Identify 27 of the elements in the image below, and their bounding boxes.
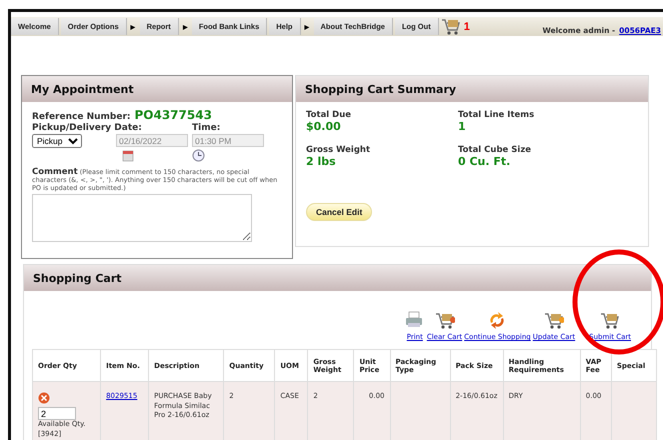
cancel-edit-button[interactable]: Cancel Edit	[306, 203, 372, 221]
cart-update-icon[interactable]	[544, 311, 564, 330]
cart-icon[interactable]	[600, 311, 620, 330]
panel-title: Shopping Cart	[33, 272, 122, 284]
stat-label: Total Cube Size	[458, 145, 532, 155]
stat-label: Total Line Items	[458, 110, 536, 120]
pickup-date-label: Pickup/Delivery Date:	[32, 123, 143, 133]
stat-value: $0.00	[306, 120, 342, 133]
stat-label: Total Due	[306, 110, 352, 120]
time-label: Time:	[192, 123, 222, 133]
reference-number: PO4377543	[134, 108, 212, 122]
pickup-select[interactable]: Pickup	[32, 134, 82, 148]
stat-value: 1	[458, 120, 467, 133]
calendar-icon[interactable]	[122, 149, 134, 162]
remove-icon[interactable]	[38, 392, 50, 404]
panel-title: Shopping Cart Summary	[305, 82, 456, 96]
stat-value: 2 lbs	[306, 155, 337, 168]
stat-value: 0 Cu. Ft.	[458, 155, 512, 168]
cart-count: 1	[464, 20, 470, 32]
cart-remove-icon[interactable]	[434, 311, 454, 330]
cart-icon[interactable]	[440, 17, 461, 36]
comment-field[interactable]	[32, 194, 252, 242]
quantity-field[interactable]: 2	[38, 407, 76, 420]
stat-label: Gross Weight	[306, 145, 372, 155]
reference-label: Reference Number:	[32, 112, 130, 122]
panel-title: My Appointment	[31, 82, 134, 96]
clock-icon[interactable]	[192, 149, 205, 162]
